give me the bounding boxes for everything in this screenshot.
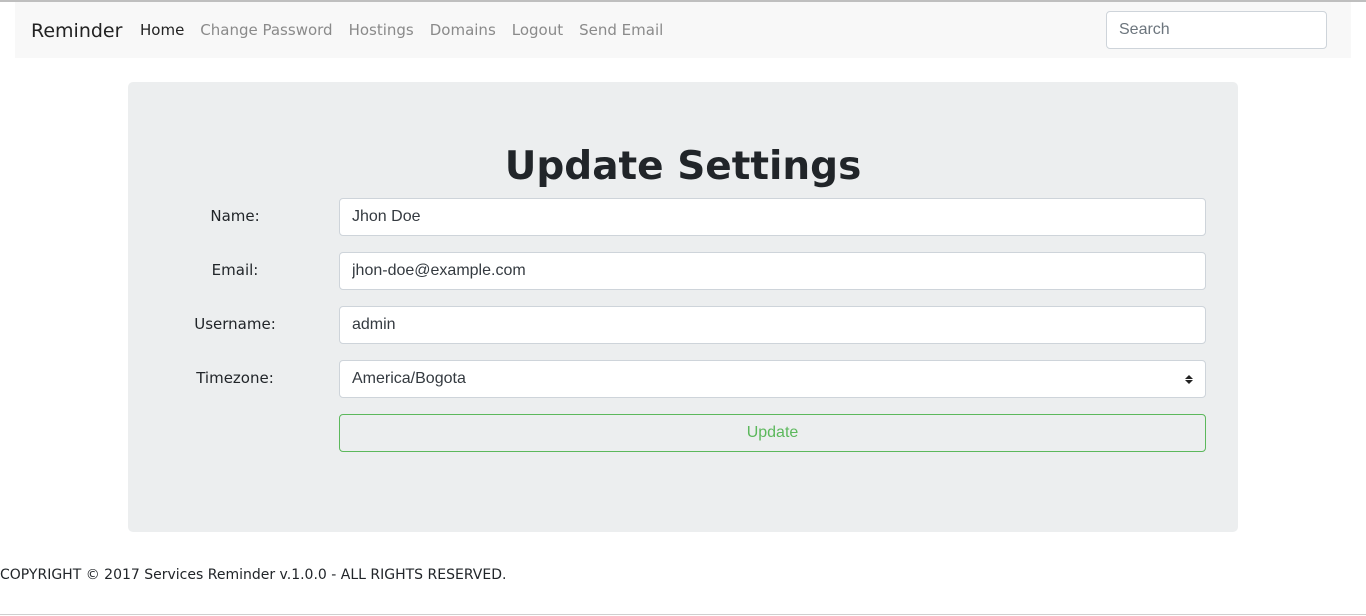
search-input[interactable] xyxy=(1106,11,1327,49)
email-label: Email: xyxy=(211,261,259,279)
bottom-border xyxy=(0,614,1366,615)
footer-copyright: COPYRIGHT © 2017 Services Reminder v.1.0… xyxy=(0,567,507,583)
nav-hostings[interactable]: Hostings xyxy=(341,21,422,39)
settings-card: Update Settings Name: Email: Username: T… xyxy=(128,82,1238,532)
update-button[interactable]: Update xyxy=(339,414,1206,452)
name-label: Name: xyxy=(210,207,260,225)
select-arrows-icon xyxy=(1185,374,1193,384)
brand-logo[interactable]: Reminder xyxy=(31,20,122,42)
nav-logout[interactable]: Logout xyxy=(504,21,571,39)
username-field[interactable] xyxy=(339,306,1206,344)
nav-links: Home Change Password Hostings Domains Lo… xyxy=(132,21,671,39)
nav-send-email[interactable]: Send Email xyxy=(571,21,671,39)
email-field[interactable] xyxy=(339,252,1206,290)
username-label: Username: xyxy=(194,315,276,333)
timezone-selected-value: America/Bogota xyxy=(352,370,466,387)
navbar: Reminder Home Change Password Hostings D… xyxy=(15,2,1351,58)
timezone-label: Timezone: xyxy=(196,369,274,387)
nav-domains[interactable]: Domains xyxy=(422,21,504,39)
timezone-select[interactable]: America/Bogota xyxy=(339,360,1206,398)
name-field[interactable] xyxy=(339,198,1206,236)
nav-home[interactable]: Home xyxy=(132,21,192,39)
nav-change-password[interactable]: Change Password xyxy=(192,21,340,39)
page-title: Update Settings xyxy=(504,144,862,189)
